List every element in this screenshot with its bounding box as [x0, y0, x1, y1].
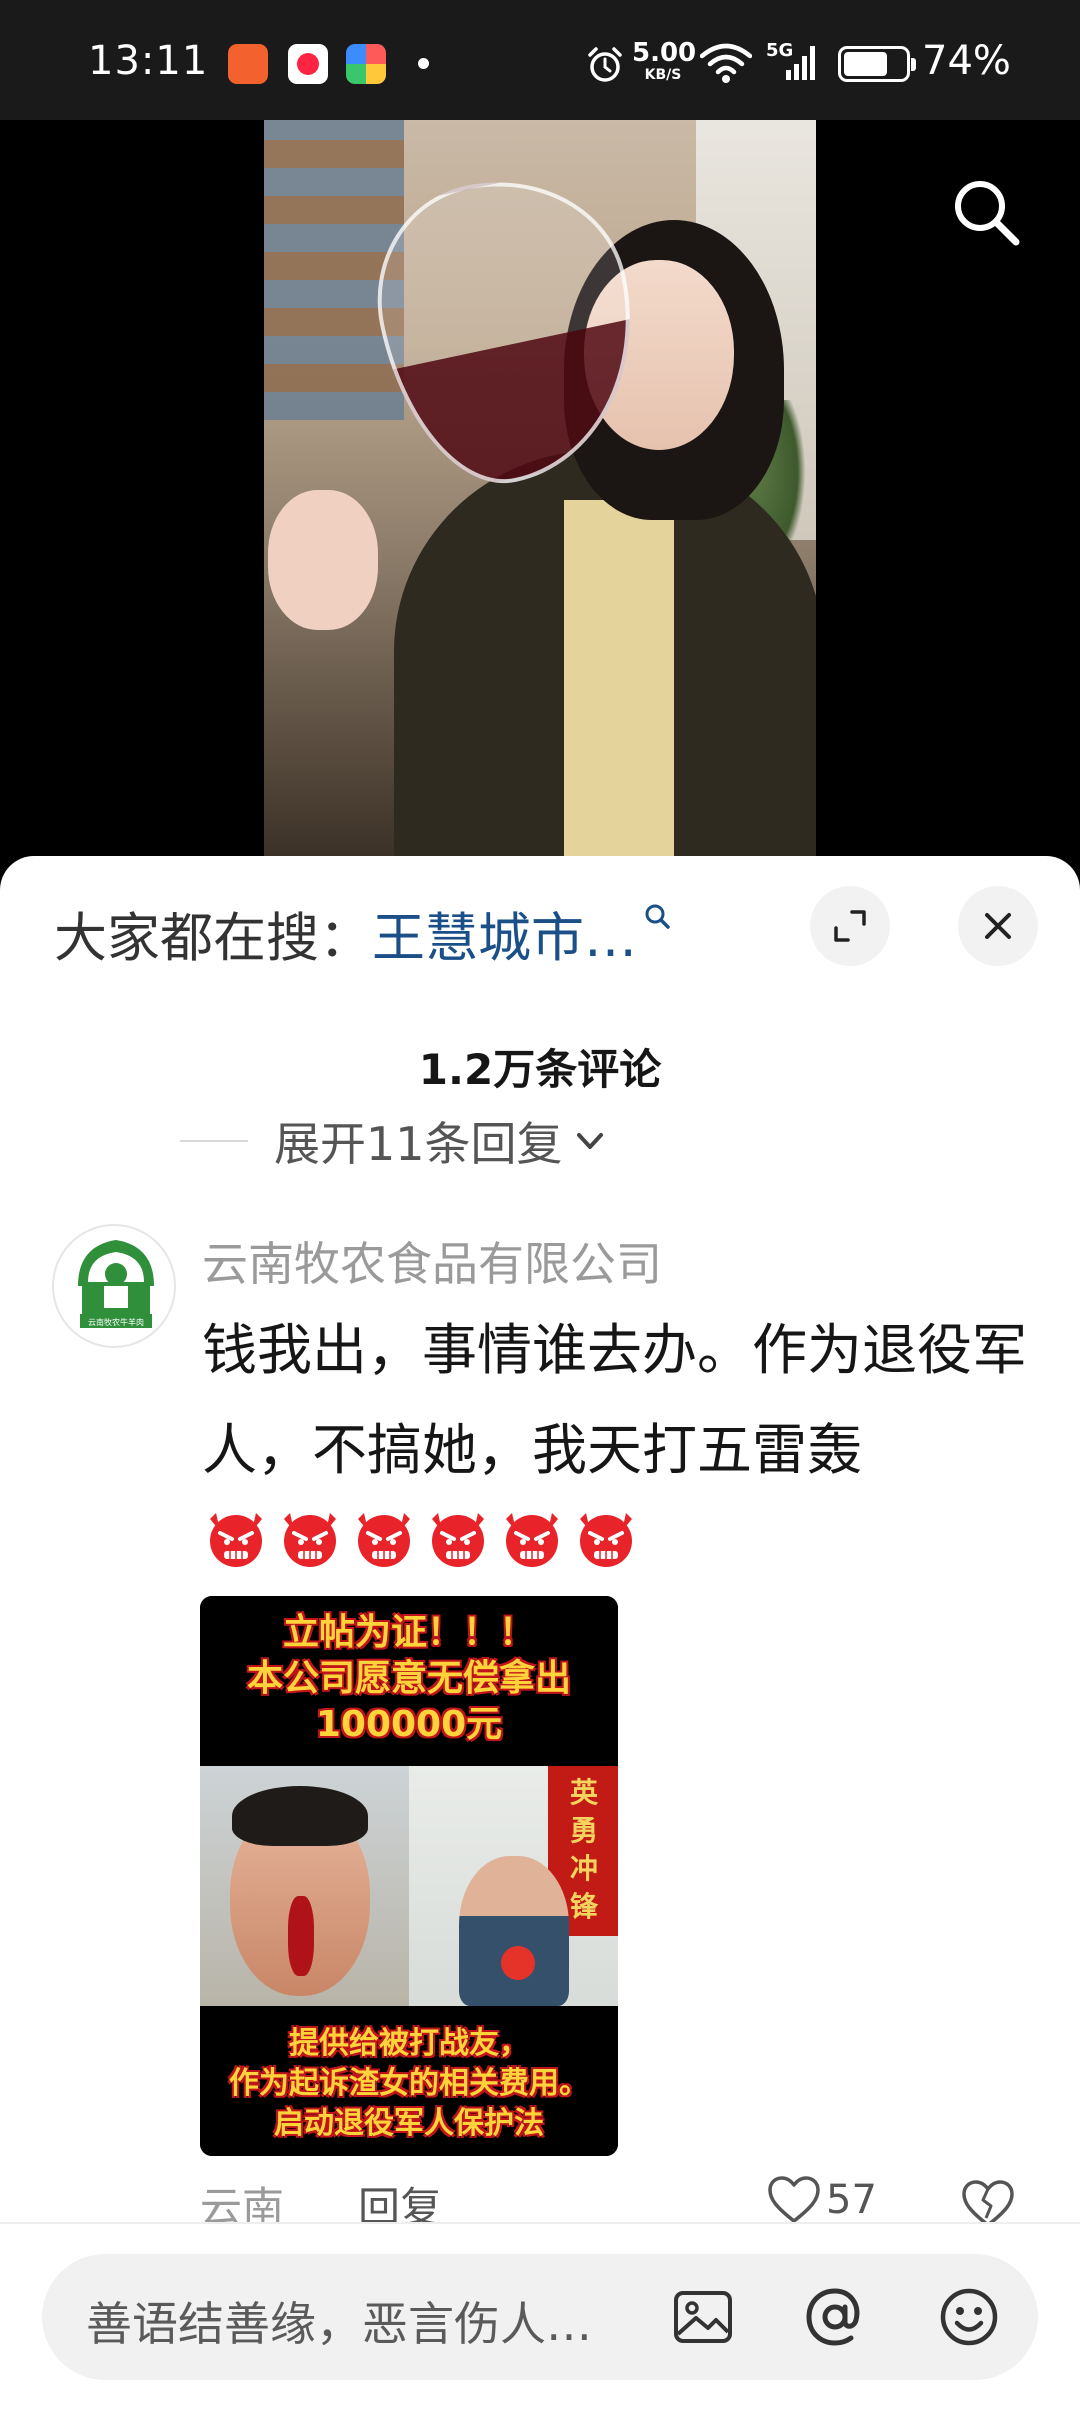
keyword-search-icon: [645, 904, 670, 929]
expand-replies-button[interactable]: 展开11条回复: [180, 1108, 609, 1171]
comment-image-photo-soldier: 英勇冲锋: [409, 1766, 618, 2006]
battery-icon: [838, 46, 916, 82]
angry-devil-emoji: [284, 1513, 336, 1567]
battery-percent: 74%: [922, 38, 1011, 84]
emoji-row: [200, 1501, 644, 1577]
comment-image-caption: 作为起诉渣女的相关费用。: [229, 2066, 589, 2101]
comment-image-caption: 立帖为证！！！: [282, 1612, 535, 1653]
expand-button[interactable]: [810, 886, 890, 966]
network-speed: 5.00 KB/S: [632, 38, 697, 83]
comment-input-bar: 善语结善缘，恶言伤人…: [0, 2222, 1080, 2414]
like-count: 57: [826, 2177, 877, 2223]
hot-search-keyword[interactable]: 王慧城市…: [372, 908, 637, 969]
image-icon[interactable]: [670, 2284, 736, 2350]
emoji-icon[interactable]: [936, 2284, 1002, 2350]
chevron-down-icon: [576, 1133, 603, 1149]
notification-app-icon: [228, 44, 268, 84]
notification-app-icon: [288, 44, 328, 84]
at-icon[interactable]: [802, 2284, 868, 2350]
expand-replies-label: 展开11条回复: [274, 1117, 563, 1171]
video-player[interactable]: [0, 120, 1080, 860]
expand-icon: [834, 910, 866, 942]
comment-input[interactable]: 善语结善缘，恶言伤人…: [42, 2254, 1038, 2380]
comment-count: 1.2万条评论: [418, 1045, 662, 1094]
battery-level: [844, 52, 887, 76]
company-logo-icon: 云南牧农牛羊肉: [78, 1240, 154, 1328]
comment-input-placeholder[interactable]: 善语结善缘，恶言伤人…: [86, 2288, 592, 2354]
photo-soldier: [459, 1856, 569, 2006]
status-time: 13:11: [88, 38, 209, 84]
comment-image-footer: 提供给被打战友， 作为起诉渣女的相关费用。 启动退役军人保护法: [200, 2006, 618, 2156]
video-frame[interactable]: [264, 120, 816, 860]
close-icon: [985, 913, 1011, 939]
heart-icon: [768, 2176, 820, 2223]
comment-image-caption: 本公司愿意无偿拿出: [246, 1658, 571, 1699]
notification-app-icon: [346, 44, 386, 84]
angry-devil-emoji: [432, 1513, 484, 1567]
network-speed-unit: KB/S: [644, 67, 682, 83]
comment-image[interactable]: 立帖为证！！！ 本公司愿意无偿拿出 100000元 英勇冲锋 提供给被打战友， …: [200, 1596, 618, 2156]
comment-image-header: 立帖为证！！！ 本公司愿意无偿拿出 100000元: [200, 1596, 618, 1766]
video-person-hand: [268, 490, 378, 630]
photo-blood: [288, 1896, 314, 1976]
photo-hair: [232, 1786, 368, 1846]
photo-banner-text: 英勇冲锋: [569, 1776, 598, 1923]
hot-search-prefix: 大家都在搜：: [54, 908, 372, 969]
comment-image-caption: 100000元: [315, 1704, 503, 1745]
search-icon[interactable]: [946, 172, 1026, 252]
network-type-label: 5G: [766, 40, 794, 61]
angry-devil-emoji: [580, 1513, 632, 1567]
hot-search-link[interactable]: 大家都在搜：王慧城市…: [54, 896, 671, 972]
comment-image-photo-injured: [200, 1766, 409, 2006]
comment-sheet: 大家都在搜：王慧城市… 1.2万条评论 展开11条回复 云南牧农牛羊肉 云南牧农…: [0, 856, 1080, 2414]
angry-devil-emoji: [506, 1513, 558, 1567]
network-speed-value: 5.00: [632, 38, 697, 68]
angry-devil-emoji: [210, 1513, 262, 1567]
close-button[interactable]: [958, 886, 1038, 966]
comment-author[interactable]: 云南牧农食品有限公司: [202, 1228, 662, 1294]
more-notifications-dot: [418, 58, 429, 69]
alarm-icon: [588, 47, 622, 82]
comment-image-caption: 提供给被打战友，: [289, 2026, 529, 2061]
avatar[interactable]: 云南牧农牛羊肉: [52, 1224, 176, 1348]
divider: [180, 1140, 248, 1142]
comment-text: 钱我出，事情谁去办。作为退役军人，不搞她，我天打五雷轰: [202, 1318, 1028, 1482]
avatar-caption: 云南牧农牛羊肉: [88, 1317, 144, 1327]
comment-image-caption: 启动退役军人保护法: [274, 2106, 544, 2141]
like-button[interactable]: 57: [766, 2174, 877, 2226]
video-person-shirt: [564, 500, 674, 860]
angry-devil-emoji: [358, 1513, 410, 1567]
photo-red-flower: [501, 1946, 535, 1980]
status-bar: 13:11 5.00 KB/S 5G 74%: [0, 0, 1080, 120]
wifi-icon: [700, 43, 752, 83]
